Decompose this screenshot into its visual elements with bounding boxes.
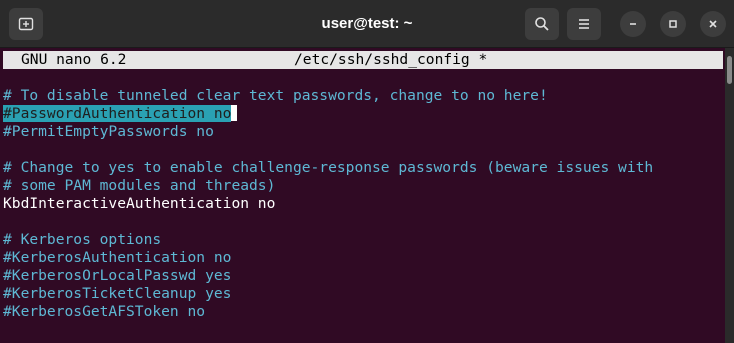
line-text: # some PAM modules and threads)	[3, 177, 276, 194]
editor-line[interactable]: #KerberosTicketCleanup yes	[0, 285, 653, 303]
line-text: # Kerberos options	[3, 231, 162, 248]
maximize-icon	[669, 20, 677, 28]
menu-button[interactable]	[567, 8, 601, 40]
nano-filename: /etc/ssh/sshd_config *	[294, 51, 488, 68]
maximize-button[interactable]	[660, 11, 686, 37]
line-text: # Change to yes to enable challenge-resp…	[3, 159, 654, 176]
nano-version: GNU nano 6.2	[21, 51, 127, 68]
hamburger-menu-icon	[579, 19, 589, 29]
line-text: KbdInteractiveAuthentication no	[3, 195, 276, 212]
editor-text[interactable]: # To disable tunneled clear text passwor…	[0, 87, 653, 321]
editor-line[interactable]: #KerberosAuthentication no	[0, 249, 653, 267]
terminal-area[interactable]: GNU nano 6.2 /etc/ssh/sshd_config * # To…	[0, 48, 724, 343]
editor-line[interactable]: #KerberosGetAFSToken no	[0, 303, 653, 321]
terminal-scrollbar[interactable]	[725, 48, 734, 343]
editor-line[interactable]: #PermitEmptyPasswords no	[0, 123, 653, 141]
new-tab-icon	[18, 17, 34, 31]
editor-line[interactable]: # some PAM modules and threads)	[0, 177, 653, 195]
editor-line[interactable]: #PasswordAuthentication no	[0, 105, 653, 123]
editor-line[interactable]: # Kerberos options	[0, 231, 653, 249]
scrollbar-thumb[interactable]	[727, 56, 732, 84]
selected-text: #PasswordAuthentication no	[3, 105, 232, 122]
search-button[interactable]	[525, 8, 559, 40]
line-text: # To disable tunneled clear text passwor…	[3, 87, 548, 104]
editor-line[interactable]: # Change to yes to enable challenge-resp…	[0, 159, 653, 177]
editor-line[interactable]: # To disable tunneled clear text passwor…	[0, 87, 653, 105]
minimize-button[interactable]	[620, 11, 646, 37]
line-text: #PermitEmptyPasswords no	[3, 123, 214, 140]
editor-line[interactable]	[0, 213, 653, 231]
nano-header-bar: GNU nano 6.2 /etc/ssh/sshd_config *	[3, 51, 723, 69]
line-text: #KerberosGetAFSToken no	[3, 303, 206, 320]
editor-line[interactable]: KbdInteractiveAuthentication no	[0, 195, 653, 213]
line-text: #KerberosAuthentication no	[3, 249, 232, 266]
minimize-icon	[630, 23, 636, 25]
window-titlebar: user@test: ~	[0, 0, 734, 48]
editor-line[interactable]: #KerberosOrLocalPasswd yes	[0, 267, 653, 285]
close-button[interactable]	[700, 11, 726, 37]
new-tab-button[interactable]	[9, 8, 43, 40]
search-icon	[535, 17, 549, 31]
text-cursor	[231, 105, 238, 121]
line-text: #KerberosOrLocalPasswd yes	[3, 267, 232, 284]
close-icon	[709, 20, 717, 28]
line-text: #KerberosTicketCleanup yes	[3, 285, 232, 302]
editor-line[interactable]	[0, 141, 653, 159]
